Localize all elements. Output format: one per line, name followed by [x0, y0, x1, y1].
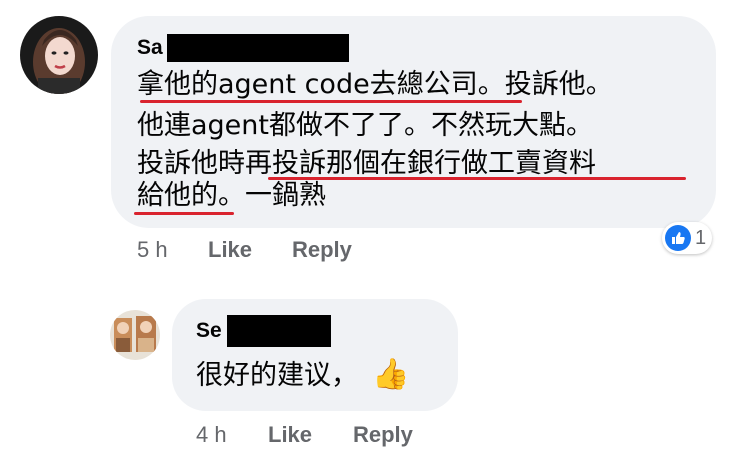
red-underline [140, 100, 522, 103]
comment-text-line-2: 他連agent都做不了了。不然玩大點。 [137, 110, 593, 141]
reply-button[interactable]: Reply [292, 237, 352, 263]
redaction-bar [227, 315, 331, 347]
reaction-summary[interactable]: 1 [662, 222, 713, 254]
comment-text-line-1: 拿他的agent code去總公司。投訴他。 [137, 69, 613, 100]
commenter-avatar[interactable] [20, 16, 98, 94]
reply-author-name[interactable]: Se [196, 319, 222, 343]
like-button[interactable]: Like [208, 237, 252, 263]
reply-timestamp[interactable]: 4 h [196, 422, 227, 447]
red-underline [134, 212, 234, 215]
reply-button[interactable]: Reply [353, 422, 413, 448]
comment-actions: 5 h Like Reply [137, 237, 352, 263]
reply-actions: 4 h Like Reply [196, 422, 413, 448]
redaction-bar [167, 34, 349, 62]
thumbs-up-icon [665, 225, 691, 251]
red-underline [268, 177, 686, 180]
reaction-count: 1 [695, 226, 707, 249]
comment-author-name[interactable]: Sa [137, 36, 163, 60]
reply-text: 很好的建议， 👍 [196, 357, 410, 392]
comment-text-line-4: 給他的。一鍋熟 [137, 180, 326, 211]
like-button[interactable]: Like [268, 422, 312, 448]
replier-avatar[interactable] [110, 310, 160, 360]
comment-timestamp[interactable]: 5 h [137, 237, 168, 262]
thumbs-up-emoji: 👍 [372, 357, 410, 392]
